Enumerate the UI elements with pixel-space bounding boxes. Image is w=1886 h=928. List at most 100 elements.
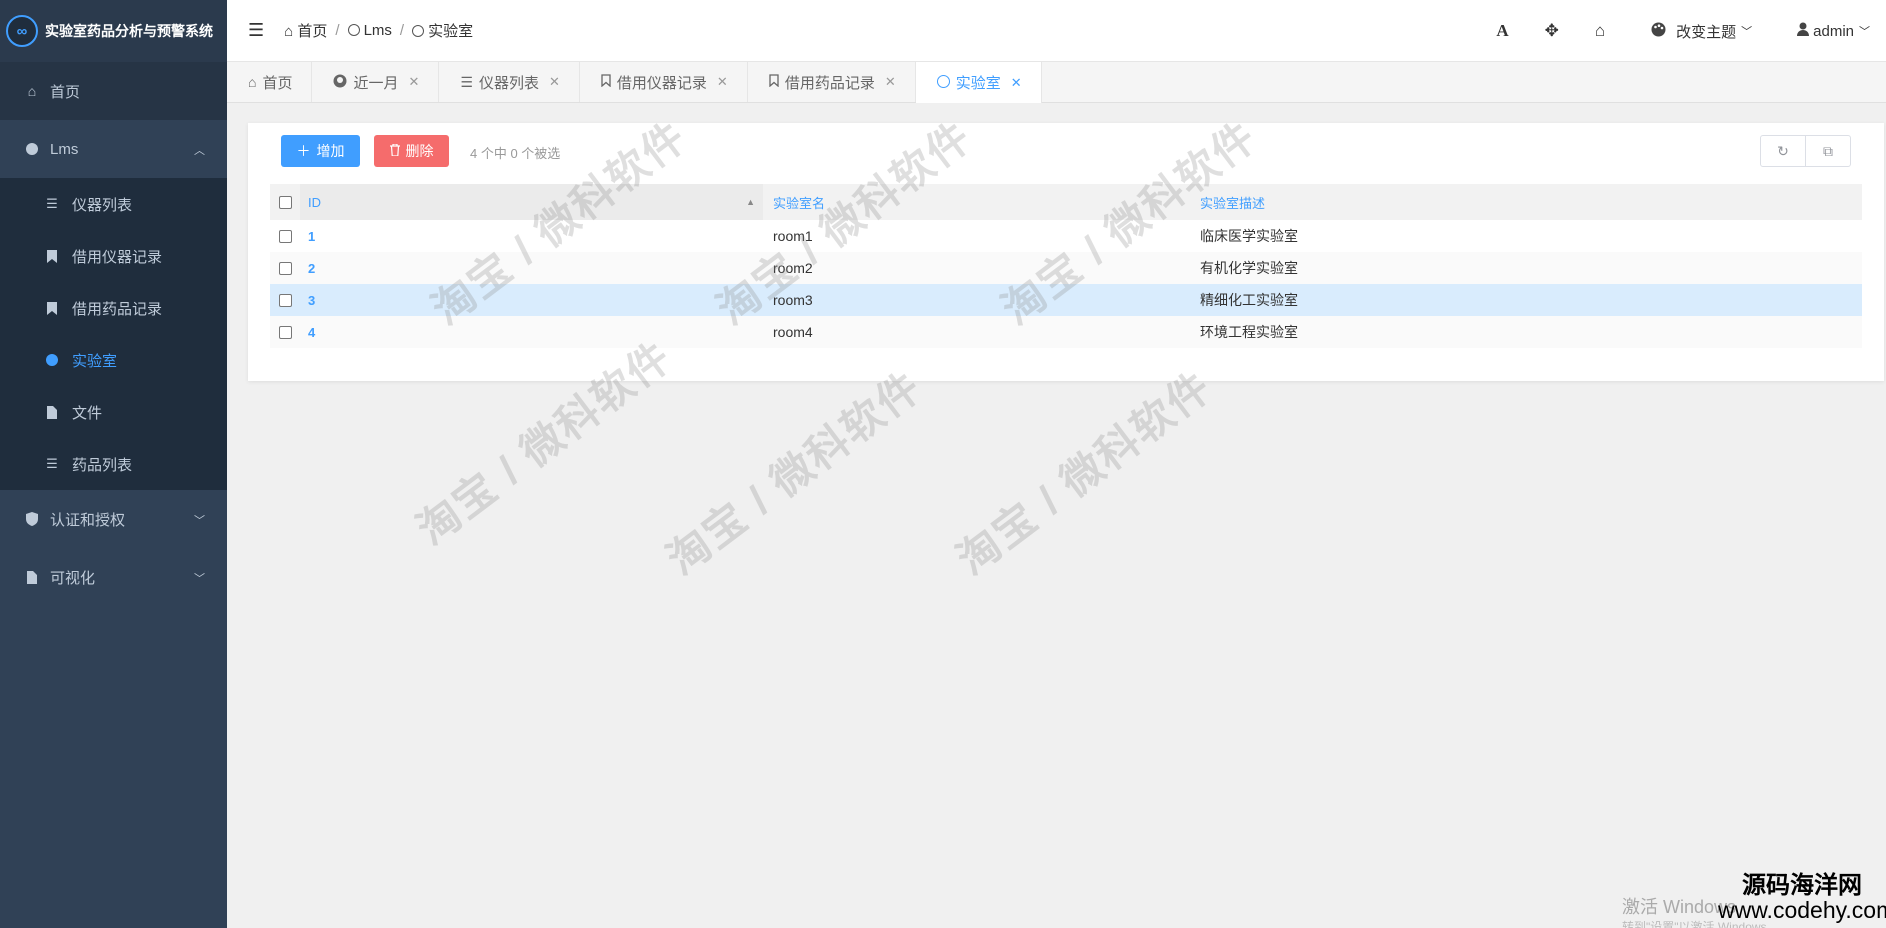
cell-desc: 精细化工实验室 [1200,292,1298,308]
list-icon: ☰ [460,73,473,90]
row-checkbox[interactable] [278,325,292,339]
list-icon: ☰ [46,196,58,211]
chevron-down-icon: ﹀ [1741,26,1753,38]
row-id-link[interactable]: 3 [308,293,315,308]
user-dropdown[interactable]: admin ﹀ [1797,22,1870,40]
sidebar-item-home[interactable]: ⌂ 首页 [0,62,227,120]
selection-info: 4 个中 0 个被选 [470,146,561,161]
sidebar-item-auth[interactable]: 认证和授权 ﹀ [0,490,227,548]
site-watermark: 源码海洋网 www.codehy.com [1718,873,1886,923]
github-icon [333,74,347,91]
sidebar: ∞ 实验室药品分析与预警系统 ⌂ 首页 Lms ︿ ☰ 仪器列表 借用仪器记录 … [0,0,227,928]
cell-desc: 有机化学实验室 [1200,260,1298,276]
table-row[interactable]: 1 room1 临床医学实验室 [270,220,1862,252]
row-id-link[interactable]: 4 [308,325,315,340]
close-icon[interactable]: ✕ [885,74,896,90]
close-icon[interactable]: ✕ [717,74,728,90]
circle-icon [347,24,360,36]
sidebar-item-label: 认证和授权 [50,511,126,529]
content-panel: ＋ 增加 删除 4 个中 0 个被选 ↻ ⧉ ID ▲ 实验室名 实验室描述 1… [248,123,1884,381]
sidebar-item-visual[interactable]: 可视化 ﹀ [0,548,227,606]
delete-button[interactable]: 删除 [374,135,449,167]
tag-instrument-list[interactable]: ☰ 仪器列表 ✕ [439,62,580,102]
cell-name: room2 [773,260,813,276]
cell-name: room1 [773,228,813,244]
lab-table: ID ▲ 实验室名 实验室描述 1 room1 临床医学实验室 2 room2 … [270,184,1862,348]
user-icon [1797,22,1810,40]
sidebar-item-label: 首页 [50,83,81,101]
home-icon: ⌂ [248,74,257,90]
sidebar-item-label: 借用仪器记录 [72,248,163,266]
bookmark-icon [45,301,59,315]
shield-icon [24,512,40,526]
row-checkbox[interactable] [278,293,292,307]
tag-recent-month[interactable]: 近一月 ✕ [312,62,440,102]
sidebar-item-label: 可视化 [50,569,96,587]
sidebar-item-label: 借用药品记录 [72,300,163,318]
table-row[interactable]: 4 room4 环境工程实验室 [270,316,1862,348]
trash-icon [389,143,400,159]
site-watermark-cn: 源码海洋网 [1742,872,1862,899]
circle-icon [936,74,950,91]
chevron-down-icon: ﹀ [1859,26,1870,38]
row-id-link[interactable]: 2 [308,261,315,276]
sidebar-item-borrow-drug[interactable]: 借用药品记录 [0,282,227,334]
cell-desc: 临床医学实验室 [1200,228,1298,244]
export-button[interactable]: ⧉ [1805,135,1851,167]
refresh-button[interactable]: ↻ [1760,135,1806,167]
watermark: 淘宝 / 微科软件 [658,362,931,584]
column-header-desc[interactable]: 实验室描述 [1190,184,1862,220]
row-checkbox[interactable] [278,229,292,243]
circle-icon [45,354,59,366]
table-row[interactable]: 2 room2 有机化学实验室 [270,252,1862,284]
close-icon[interactable]: ✕ [549,74,560,90]
bookmark-icon [769,74,779,90]
sidebar-item-drug-list[interactable]: ☰ 药品列表 [0,438,227,490]
sidebar-item-file[interactable]: 文件 [0,386,227,438]
table-header: ID ▲ 实验室名 实验室描述 [270,184,1862,220]
tag-borrow-instrument[interactable]: 借用仪器记录 ✕ [580,62,748,102]
column-header-name[interactable]: 实验室名 [763,184,1190,220]
tag-borrow-drug[interactable]: 借用药品记录 ✕ [748,62,916,102]
font-size-icon[interactable]: A [1496,21,1508,41]
bookmark-icon [45,249,59,263]
logo-icon: ∞ [6,15,38,47]
row-id-link[interactable]: 1 [308,229,315,244]
navbar: ☰ ⌂ 首页 / Lms / 实验室 A ✥ ⌂ 改变主题 ﹀ admin ﹀ [227,0,1886,62]
table-row[interactable]: 3 room3 精细化工实验室 [270,284,1862,316]
fullscreen-icon[interactable]: ✥ [1545,21,1559,41]
chevron-down-icon: ﹀ [194,573,205,585]
export-icon: ⧉ [1823,142,1833,159]
close-icon[interactable]: ✕ [409,74,420,90]
sidebar-item-borrow-instrument[interactable]: 借用仪器记录 [0,230,227,282]
cell-name: room4 [773,324,813,340]
navbar-right: A ✥ ⌂ 改变主题 ﹀ admin ﹀ [1478,0,1886,62]
watermark: 淘宝 / 微科软件 [948,362,1221,584]
breadcrumb-item-lms[interactable]: Lms [347,22,392,39]
column-header-id[interactable]: ID ▲ [300,184,763,220]
plus-icon: ＋ [296,143,311,159]
home-icon[interactable]: ⌂ [1595,21,1605,41]
breadcrumb-item-home[interactable]: ⌂ 首页 [284,20,327,41]
sidebar-submenu-lms: ☰ 仪器列表 借用仪器记录 借用药品记录 实验室 文件 ☰ 药品列表 [0,178,227,490]
theme-dropdown[interactable]: 改变主题 ﹀ [1651,21,1752,42]
cell-desc: 环境工程实验室 [1200,324,1298,340]
sidebar-item-label: 药品列表 [72,456,133,474]
hamburger-icon[interactable]: ☰ [248,20,264,41]
app-logo[interactable]: ∞ 实验室药品分析与预警系统 [0,0,227,62]
sidebar-item-instrument-list[interactable]: ☰ 仪器列表 [0,178,227,230]
select-all-checkbox[interactable] [278,195,292,209]
tag-home[interactable]: ⌂ 首页 [227,62,313,102]
breadcrumb: ⌂ 首页 / Lms / 实验室 [284,20,474,41]
sidebar-item-lab[interactable]: 实验室 [0,334,227,386]
add-button[interactable]: ＋ 增加 [281,135,360,167]
tag-lab[interactable]: 实验室 ✕ [915,62,1042,103]
sidebar-item-lms[interactable]: Lms ︿ [0,120,227,178]
refresh-icon: ↻ [1777,142,1789,159]
breadcrumb-item-lab: 实验室 [412,20,473,41]
palette-icon [1651,22,1666,41]
row-checkbox[interactable] [278,261,292,275]
file-icon [24,570,40,584]
list-icon: ☰ [46,456,58,471]
close-icon[interactable]: ✕ [1011,75,1022,91]
